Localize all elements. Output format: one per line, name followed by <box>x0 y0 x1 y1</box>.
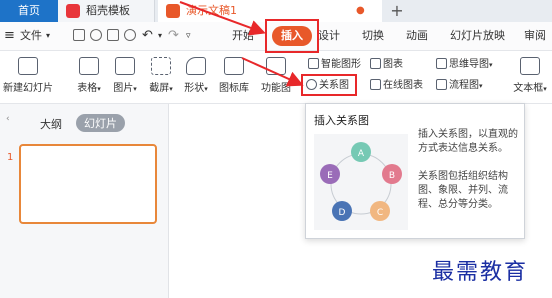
arrow-to-relation-chart <box>241 57 304 87</box>
watermark-logo: 最需教育 <box>432 260 529 285</box>
arrow-to-insert-tab <box>179 1 266 36</box>
